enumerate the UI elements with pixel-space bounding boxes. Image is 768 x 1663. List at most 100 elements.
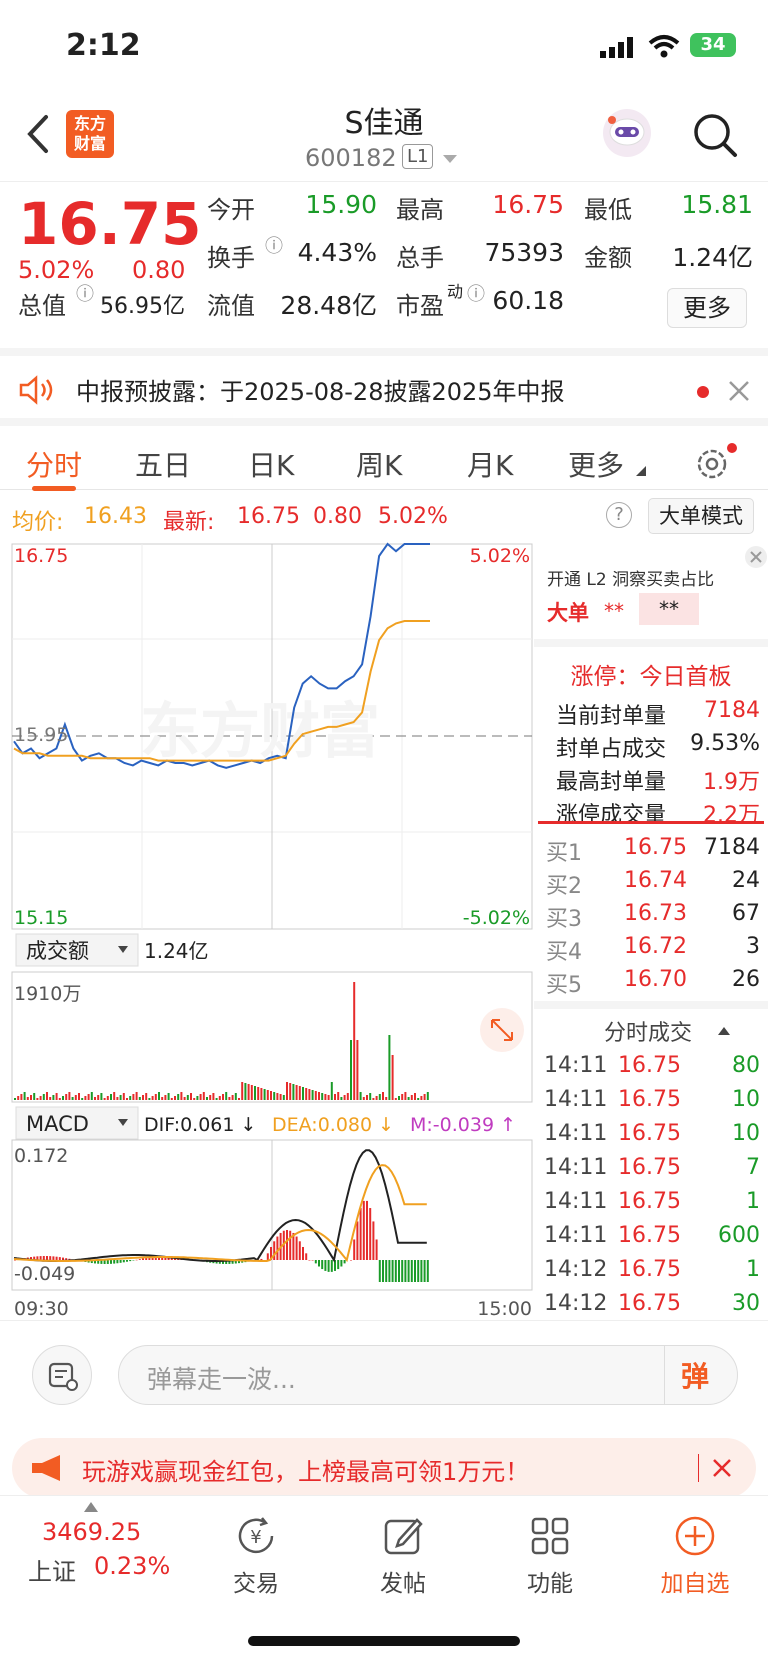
macd-bar	[350, 1260, 352, 1261]
watermark: 东方财富	[140, 697, 380, 767]
trade-time: 14:11	[544, 1053, 608, 1078]
latest-value: 16.75	[237, 504, 300, 529]
volume-bar	[151, 1096, 154, 1100]
volume-bar	[170, 1098, 173, 1100]
low-label: 最低	[584, 196, 632, 224]
volume-bar	[20, 1094, 23, 1100]
m-label: M:-0.039 ↑	[410, 1114, 516, 1136]
trade-price: 16.75	[618, 1121, 681, 1146]
macd-bar	[142, 1258, 144, 1260]
gear-icon[interactable]	[694, 442, 738, 482]
bid-row[interactable]: 买4 16.72 3	[534, 934, 768, 966]
nav-trade[interactable]: ¥ 交易	[206, 1514, 306, 1598]
close-icon[interactable]	[728, 380, 750, 402]
l2-promo[interactable]: 开通 L2 洞察买卖占比 大单 ** **	[534, 545, 768, 639]
time-end-label: 15:00	[477, 1298, 532, 1320]
more-quote-button[interactable]: 更多	[667, 288, 747, 328]
info-icon[interactable]: ⓘ	[265, 232, 283, 258]
trade-volume: 80	[732, 1053, 760, 1078]
promo-banner[interactable]: 玩游戏赢现金红包，上榜最高可领1万元！	[12, 1438, 756, 1498]
volume-bar	[186, 1095, 189, 1100]
volume-value: 75393	[484, 238, 564, 267]
tab-more[interactable]: 更多	[568, 444, 624, 484]
volume-bar	[302, 1087, 304, 1100]
nav-function[interactable]: 功能	[500, 1514, 600, 1598]
index-ticker[interactable]: 3469.25 上证 0.23%	[18, 1496, 178, 1606]
robot-assistant-icon[interactable]	[600, 106, 654, 160]
nav-trade-label: 交易	[233, 1571, 279, 1597]
dea-label: DEA:0.080 ↓	[272, 1114, 394, 1136]
close-icon[interactable]	[744, 545, 768, 569]
macd-bar	[343, 1260, 346, 1264]
macd-bar	[126, 1260, 128, 1262]
level-badge[interactable]: L1	[402, 144, 434, 169]
macd-bar	[52, 1256, 55, 1260]
trade-icon: ¥	[238, 1517, 274, 1554]
macd-bar	[362, 1200, 365, 1260]
index-value: 3469.25	[42, 1518, 142, 1546]
danmu-settings-button[interactable]	[32, 1345, 92, 1405]
close-icon[interactable]	[712, 1458, 732, 1478]
info-icon[interactable]: ⓘ	[76, 280, 94, 306]
volume-bar	[330, 1082, 333, 1100]
amount-label: 金额	[584, 244, 632, 272]
trade-price: 16.75	[618, 1087, 681, 1112]
volume-bar	[420, 1096, 423, 1100]
add-circle-icon	[675, 1516, 715, 1556]
macd-bar	[138, 1259, 141, 1260]
notice-bar[interactable]: 中报预披露：于2025-08-28披露2025年中报	[0, 348, 768, 418]
danmu-input[interactable]: 弹幕走一波... 弹	[118, 1345, 738, 1405]
nav-add-watchlist[interactable]: 加自选	[645, 1514, 745, 1598]
volume-bar	[359, 1092, 362, 1100]
volume-bar	[113, 1092, 116, 1100]
volume-bar	[26, 1097, 29, 1100]
nav-post[interactable]: 发帖	[353, 1514, 453, 1598]
macd-bar	[423, 1260, 426, 1282]
volume-bar	[23, 1092, 26, 1100]
promo-text: 玩游戏赢现金红包，上榜最高可领1万元！	[82, 1458, 530, 1486]
macd-bar	[353, 1239, 356, 1260]
macd-bar	[359, 1208, 362, 1260]
bid-label: 买4	[546, 940, 582, 965]
volume-bar	[231, 1095, 234, 1100]
trade-volume: 7	[746, 1155, 760, 1180]
chart-tabs: 分时 五日 日K 周K 月K 更多	[0, 418, 768, 491]
volume-bar	[295, 1085, 298, 1100]
bid-row[interactable]: 买1 16.75 7184	[534, 835, 768, 867]
volume-bar	[196, 1096, 199, 1100]
big-order-mode-button[interactable]: 大单模式	[648, 498, 754, 534]
tab-monthly-k[interactable]: 月K	[467, 444, 513, 484]
tab-five-day[interactable]: 五日	[135, 444, 191, 484]
macd-bar	[321, 1260, 324, 1270]
info-icon[interactable]: ⓘ	[467, 280, 485, 306]
grid-icon	[531, 1517, 569, 1555]
unread-dot	[697, 386, 709, 398]
bid-label: 买1	[546, 841, 582, 866]
bid-row[interactable]: 买3 16.73 67	[534, 901, 768, 933]
caret-down-icon[interactable]	[442, 154, 458, 164]
search-icon[interactable]	[692, 112, 738, 158]
help-icon[interactable]: ?	[606, 502, 632, 528]
volume-bar	[68, 1092, 71, 1100]
index-name: 上证	[28, 1558, 76, 1586]
volume-bar	[263, 1089, 266, 1100]
danmu-send-button[interactable]: 弹	[681, 1355, 709, 1395]
bid-row[interactable]: 买5 16.70 26	[534, 967, 768, 999]
macd-bar	[119, 1260, 122, 1263]
volume-bar	[222, 1094, 224, 1100]
tab-daily-k[interactable]: 日K	[248, 444, 294, 484]
bid-row[interactable]: 买2 16.74 24	[534, 868, 768, 900]
tab-weekly-k[interactable]: 周K	[356, 444, 402, 484]
macd-bar	[340, 1260, 343, 1267]
volume-bar	[62, 1096, 64, 1100]
trades-header[interactable]: 分时成交	[534, 1013, 768, 1046]
volume-bar	[87, 1094, 90, 1100]
volume-bar	[260, 1088, 263, 1100]
high-value: 16.75	[492, 190, 564, 219]
tab-intraday[interactable]: 分时	[26, 444, 82, 484]
volume-bar	[273, 1092, 276, 1100]
trade-row: 14:11 16.75 10	[534, 1087, 768, 1119]
volume-selector-label: 成交额	[26, 939, 89, 963]
intraday-chart[interactable]: 东方财富 16.75 5.02% 15.95 15.15 -5.02% 成交额 …	[0, 542, 534, 1325]
macd-bar	[375, 1239, 378, 1260]
